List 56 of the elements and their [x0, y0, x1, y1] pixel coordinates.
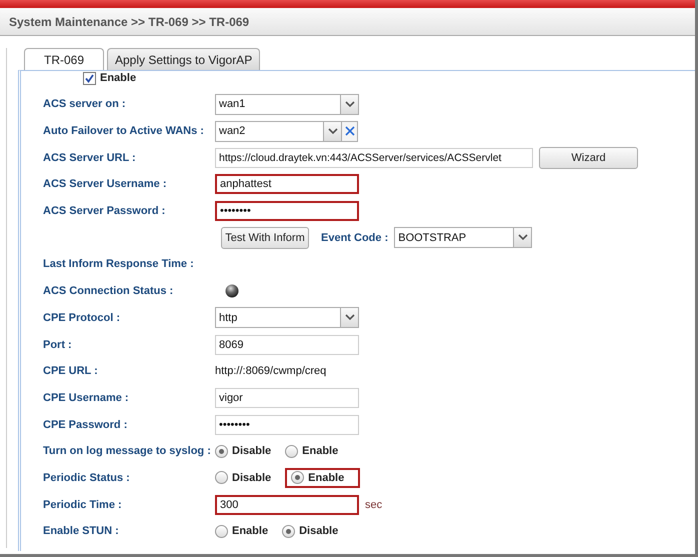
radio-option[interactable]: Disable: [215, 441, 278, 462]
field-label: CPE Username :: [43, 392, 129, 404]
tab[interactable]: Apply Settings to VigorAP: [107, 48, 260, 70]
field-label: Turn on log message to syslog :: [43, 445, 211, 458]
radio-option[interactable]: Disable: [282, 521, 344, 542]
field-label: CPE URL :: [43, 365, 98, 378]
field-label: Periodic Time :: [43, 498, 122, 511]
field-label: Event Code :: [321, 232, 388, 244]
input-field[interactable]: 8069: [215, 334, 359, 355]
caret-icon: [340, 308, 358, 328]
dropdown[interactable]: wan1: [215, 94, 359, 115]
field-label: Auto Failover to Active WANs :: [43, 125, 204, 138]
dropdown[interactable]: wan2: [215, 120, 342, 142]
radio-button[interactable]: [291, 471, 304, 484]
input-field[interactable]: vigor: [215, 388, 359, 408]
radio-button[interactable]: [285, 444, 298, 458]
field-label: ACS Server Username :: [43, 178, 167, 190]
url-field[interactable]: https://cloud.draytek.vn:443/ACSServer/services/ACSServlet: [215, 148, 533, 168]
caret-icon: [323, 122, 341, 141]
field-label: ACS server on :: [43, 98, 126, 110]
input-field[interactable]: ••••••••: [215, 414, 359, 435]
radio-button[interactable]: [215, 444, 228, 458]
field-label: Last Inform Response Time :: [43, 258, 194, 270]
radio-button[interactable]: [282, 524, 296, 538]
input-field[interactable]: anphattest: [215, 174, 359, 194]
input-field[interactable]: 300: [215, 494, 359, 515]
breadcrumb: System Maintenance >> TR-069 >> TR-069: [9, 14, 250, 28]
radio-option[interactable]: Disable: [215, 468, 278, 488]
close-icon: [344, 126, 354, 136]
field-label: Enable STUN :: [43, 525, 119, 538]
radio-button[interactable]: [215, 471, 228, 484]
field-label: ACS Server URL :: [43, 152, 136, 164]
radio-option[interactable]: Enable: [285, 468, 360, 488]
tab[interactable]: TR-069: [24, 48, 104, 70]
radio-option[interactable]: Enable: [215, 521, 274, 542]
clear-button[interactable]: [341, 120, 358, 142]
field-label: ACS Server Password :: [43, 205, 166, 218]
field-label: Periodic Status :: [43, 472, 130, 484]
checkbox-label: Enable: [100, 72, 136, 84]
checkbox[interactable]: [83, 72, 96, 84]
radio-option[interactable]: Enable: [285, 441, 344, 462]
input-field[interactable]: ••••••••: [215, 201, 359, 222]
field-label: CPE Password :: [43, 418, 128, 431]
status-light-icon: [225, 284, 239, 298]
caret-icon: [513, 228, 532, 248]
field-label: CPE Protocol :: [43, 312, 120, 324]
unit-label: sec: [365, 498, 382, 511]
url-text: http://:8069/cwmp/creq: [215, 365, 326, 378]
test-button[interactable]: Test With Inform: [221, 226, 309, 249]
wizard-button[interactable]: Wizard: [539, 146, 638, 169]
radio-button[interactable]: [215, 524, 228, 538]
caret-icon: [340, 94, 358, 114]
dropdown[interactable]: http: [215, 307, 359, 328]
field-label: ACS Connection Status :: [43, 285, 174, 298]
dropdown[interactable]: BOOTSTRAP: [394, 227, 532, 248]
field-label: Port :: [43, 338, 72, 351]
